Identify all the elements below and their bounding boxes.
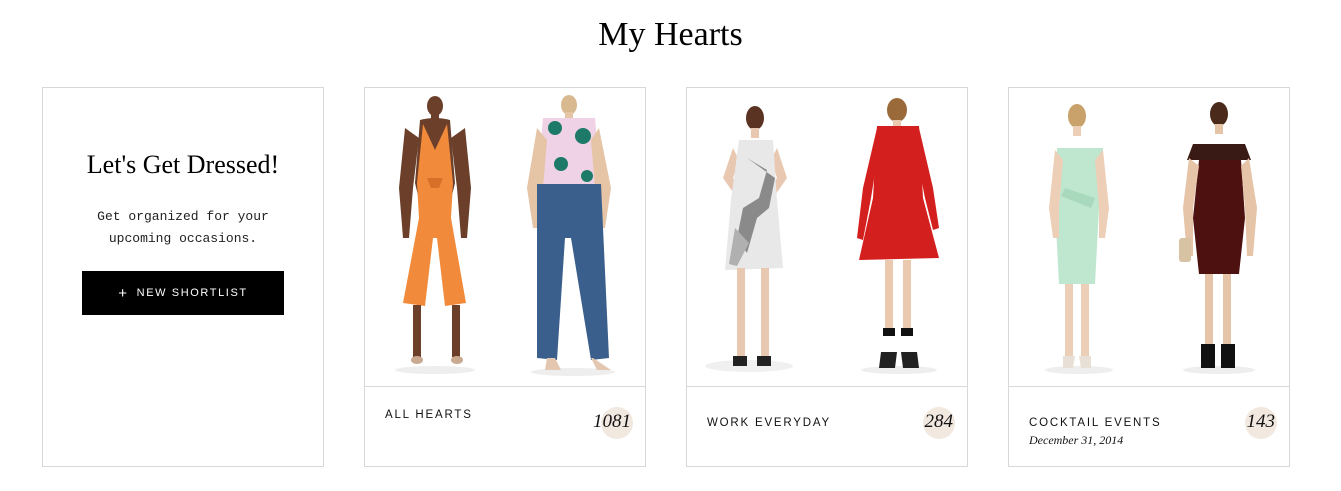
plus-icon: + [118, 284, 129, 302]
shortlist-footer: WORK EVERYDAY 284 [687, 386, 967, 466]
shortlist-preview-images[interactable] [1009, 88, 1289, 386]
product-image-orange-jumpsuit [395, 96, 475, 374]
shortlist-name[interactable]: ALL HEARTS [385, 409, 473, 421]
product-image-burgundy-dress [1179, 102, 1257, 374]
heart-count: 284 [924, 411, 954, 432]
product-image-print-dress [705, 106, 793, 372]
shortlist-name[interactable]: COCKTAIL EVENTS [1029, 417, 1161, 429]
page-title: My Hearts [598, 16, 743, 53]
product-image-red-dress [857, 98, 939, 374]
product-image-floral-top-jeans [527, 95, 615, 376]
heart-count: 143 [1246, 411, 1276, 432]
heart-count: 1081 [593, 411, 631, 432]
shortlist-preview-images[interactable] [365, 88, 645, 386]
shortlist-footer: COCKTAIL EVENTS December 31, 2014 143 [1009, 386, 1289, 466]
shortlist-footer: ALL HEARTS 1081 [365, 386, 645, 466]
shortlist-card-cocktail-events[interactable]: COCKTAIL EVENTS December 31, 2014 143 [1008, 87, 1290, 467]
intro-heading: Let's Get Dressed! [86, 150, 280, 179]
intro-text: Get organized for your upcoming occasion… [97, 209, 269, 246]
new-shortlist-button[interactable]: + NEW SHORTLIST [82, 271, 284, 315]
product-image-mint-dress [1045, 104, 1113, 374]
shortlist-date: December 31, 2014 [1029, 433, 1124, 447]
shortlist-preview-images[interactable] [687, 88, 967, 386]
new-shortlist-label: NEW SHORTLIST [136, 287, 248, 299]
shortlist-card-work-everyday[interactable]: WORK EVERYDAY 284 [686, 87, 968, 467]
shortlist-card-all-hearts[interactable]: ALL HEARTS 1081 [364, 87, 646, 467]
shortlist-name[interactable]: WORK EVERYDAY [707, 417, 831, 429]
new-shortlist-card: Let's Get Dressed! Get organized for you… [42, 87, 324, 467]
